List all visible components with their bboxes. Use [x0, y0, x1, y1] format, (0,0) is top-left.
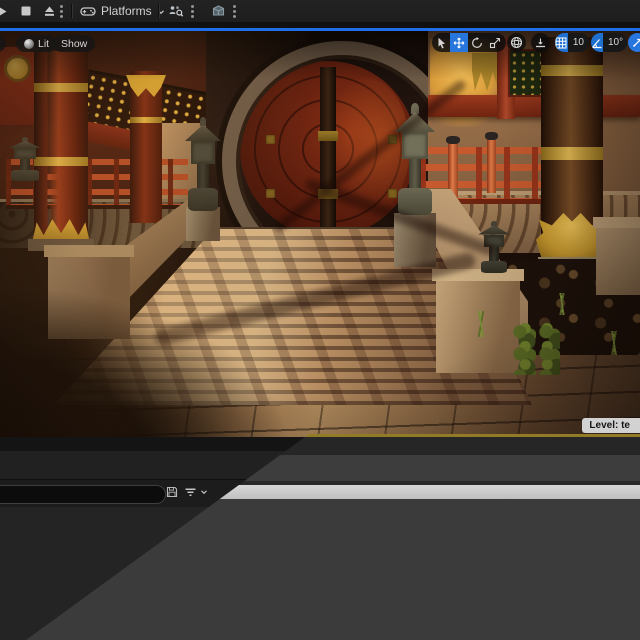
transform-tools-group	[432, 33, 506, 52]
kebab-menu-icon	[191, 5, 194, 8]
stop-icon	[20, 5, 32, 17]
rotation-snap-value[interactable]: 10°	[603, 33, 627, 52]
globe-icon	[510, 36, 523, 49]
step-forward-button[interactable]	[0, 3, 9, 19]
platforms-button[interactable]: Platforms	[80, 3, 164, 19]
search-input[interactable]	[0, 486, 165, 503]
sessions-search-icon	[168, 4, 184, 18]
surface-snapping-button[interactable]	[531, 33, 550, 52]
rotate-tool-button[interactable]	[468, 33, 486, 52]
search-box[interactable]	[0, 485, 166, 504]
grid-snap-value[interactable]: 10	[568, 33, 589, 52]
scene-vignette	[0, 31, 640, 437]
filter-icon	[184, 486, 197, 498]
angle-snap-icon	[591, 37, 603, 49]
grid-snap-icon	[555, 37, 567, 49]
platforms-label: Platforms	[101, 4, 152, 18]
view-mode-label: Lit	[38, 38, 49, 50]
view-mode-button[interactable]: Lit	[16, 35, 57, 52]
sessions-button[interactable]	[166, 3, 186, 19]
grid-snap-group: 10	[555, 33, 589, 52]
toolbar-separator	[71, 4, 73, 18]
scale-tool-button[interactable]	[486, 33, 504, 52]
level-status-badge[interactable]: Level: te	[582, 418, 640, 433]
cursor-icon	[436, 37, 447, 49]
kebab-menu-icon	[60, 5, 63, 8]
gamepad-icon	[80, 5, 96, 17]
unreal-editor-window: { "toolbar": { "platforms": { "label": "…	[0, 0, 640, 640]
eject-icon	[43, 5, 56, 18]
play-options-kebab[interactable]	[60, 5, 63, 8]
filter-button[interactable]	[184, 486, 208, 498]
scale-icon	[489, 37, 501, 49]
rotation-snap-group: 10°	[591, 33, 627, 52]
angle-snap-button[interactable]	[591, 33, 603, 52]
surface-snap-icon	[534, 36, 547, 49]
camera-speed-icon	[632, 37, 640, 48]
toolbar-separator	[158, 4, 160, 18]
select-tool-button[interactable]	[432, 33, 450, 52]
show-label: Show	[61, 38, 87, 50]
lit-sphere-icon	[24, 39, 34, 49]
move-tool-button[interactable]	[450, 33, 468, 52]
viewport-3d-scene	[0, 31, 640, 437]
show-flags-button[interactable]: Show	[53, 35, 95, 52]
sessions-kebab[interactable]	[191, 5, 194, 8]
move-icon	[453, 37, 465, 49]
step-forward-icon	[0, 5, 8, 18]
eject-button[interactable]	[40, 3, 58, 19]
camera-speed-button[interactable]	[628, 33, 640, 52]
rotate-icon	[471, 37, 483, 49]
asset-kebab[interactable]	[233, 5, 236, 8]
kebab-menu-icon	[233, 5, 236, 8]
asset-box-icon	[211, 4, 226, 18]
level-viewport[interactable]: e Lit Show	[0, 31, 640, 437]
grid-snap-button[interactable]	[555, 33, 568, 52]
stop-button[interactable]	[18, 3, 34, 19]
chevron-down-icon	[200, 488, 208, 496]
asset-box-button[interactable]	[208, 3, 228, 19]
save-icon	[166, 486, 178, 498]
save-search-button[interactable]	[166, 486, 178, 498]
coordinate-system-button[interactable]	[507, 33, 526, 52]
main-toolbar: Platforms	[0, 0, 640, 22]
